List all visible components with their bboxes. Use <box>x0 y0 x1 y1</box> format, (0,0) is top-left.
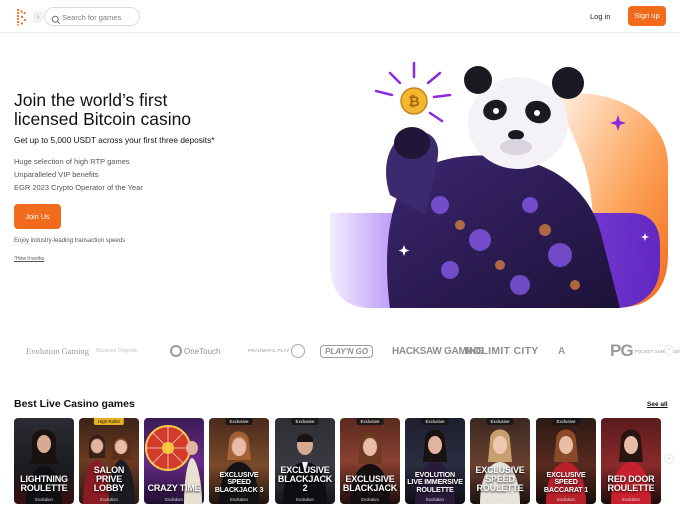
game-provider: Evolution <box>35 497 53 502</box>
game-card[interactable]: CRAZY TIME Evolution <box>144 418 204 504</box>
game-card[interactable]: High Roller SALON PRIVE LOBBY Evolution <box>79 418 139 504</box>
search-input[interactable] <box>62 10 138 24</box>
provider-strip: Evolution Gaming Bitcasino Originals One… <box>0 336 680 366</box>
game-card[interactable]: Exclusive EVOLUTION LIVE IMMERSIVE ROULE… <box>405 418 465 504</box>
speed-note: Enjoy industry-leading transaction speed… <box>14 238 126 244</box>
chevron-right-icon[interactable]: › <box>33 11 43 23</box>
feature-item: EGR 2023 Crypto Operator of the Year <box>14 183 143 192</box>
game-title: EXCLUSIVE SPEED ROULETTE <box>475 465 525 493</box>
game-card[interactable]: Exclusive EXCLUSIVE SPEED BACCARAT 1 Evo… <box>536 418 596 504</box>
game-tag: High Roller <box>93 418 125 425</box>
game-card[interactable]: RED DOOR ROULETTE Evolution <box>601 418 661 504</box>
game-provider: Evolution <box>426 497 444 502</box>
game-provider: Evolution <box>557 497 575 502</box>
game-tag: Exclusive <box>486 418 514 425</box>
game-title: RED DOOR ROULETTE <box>607 474 655 493</box>
search-box[interactable] <box>44 7 140 26</box>
game-tag: Exclusive <box>291 418 319 425</box>
feature-list: Huge selection of high RTP games Unparal… <box>14 156 143 195</box>
provider-logo-evolution[interactable]: Evolution Gaming <box>26 336 89 366</box>
providers-next-arrow-icon[interactable]: › <box>664 345 674 355</box>
provider-logo-pragmatic-play[interactable]: PRAGMATIC PLAY <box>248 336 306 366</box>
game-title: EXCLUSIVE BLACKJACK <box>342 474 398 493</box>
game-provider: Evolution <box>100 497 118 502</box>
game-tag: Exclusive <box>552 418 580 425</box>
game-card[interactable]: Exclusive EXCLUSIVE SPEED BLACKJACK 3 Ev… <box>209 418 269 504</box>
how-it-works-link[interactable]: *How it works <box>14 256 44 262</box>
live-casino-carousel: LIGHTNING ROULETTE Evolution High Roller… <box>14 418 674 511</box>
top-header: › Log in Sign up <box>0 0 680 33</box>
provider-logo-pgsoft[interactable]: PG POCKET GAMES SOFT <box>610 336 680 366</box>
game-provider: Evolution <box>230 497 248 502</box>
game-tag: Exclusive <box>225 418 253 425</box>
game-provider: Evolution <box>361 497 379 502</box>
game-title: EXCLUSIVE SPEED BLACKJACK 3 <box>214 469 264 494</box>
game-title: EXCLUSIVE BLACKJACK 2 <box>277 465 333 493</box>
carousel-next-arrow-icon[interactable]: › <box>664 454 674 464</box>
bitcasino-logo-icon[interactable] <box>14 8 30 27</box>
game-tag: Exclusive <box>421 418 449 425</box>
feature-item: Huge selection of high RTP games <box>14 157 130 166</box>
game-tag: Exclusive <box>356 418 384 425</box>
provider-logo-a[interactable]: A <box>558 336 565 366</box>
game-title: SALON PRIVE LOBBY <box>93 465 125 493</box>
game-card[interactable]: Exclusive EXCLUSIVE BLACKJACK Evolution <box>340 418 400 504</box>
provider-logo-nolimit[interactable]: NOLIMIT CITY <box>465 336 538 366</box>
see-all-link[interactable]: See all <box>647 401 668 408</box>
login-link[interactable]: Log in <box>590 12 610 21</box>
game-title: EXCLUSIVE SPEED BACCARAT 1 <box>543 469 589 494</box>
pragmatic-play-icon <box>291 344 306 358</box>
game-card[interactable]: Exclusive EXCLUSIVE BLACKJACK 2 Evolutio… <box>275 418 335 504</box>
game-card[interactable]: Exclusive EXCLUSIVE SPEED ROULETTE Evolu… <box>470 418 530 504</box>
provider-logo-onetouch[interactable]: OneTouch <box>170 336 220 366</box>
hero-subtitle: Get up to 5,000 USDT across your first t… <box>14 135 215 145</box>
game-title: EVOLUTION LIVE IMMERSIVE ROULETTE <box>407 469 463 494</box>
game-provider: Evolution <box>622 497 640 502</box>
hero-panda-illustration: ₿ <box>330 55 668 310</box>
onetouch-icon <box>170 345 182 357</box>
signup-button[interactable]: Sign up <box>628 6 666 26</box>
game-provider: Evolution <box>491 497 509 502</box>
join-us-button[interactable]: Join Us <box>14 204 61 229</box>
provider-logo-hacksaw[interactable]: HACKSAW GAMING <box>392 336 484 366</box>
feature-item: Unparalleled VIP benefits <box>14 170 99 179</box>
game-provider: Evolution <box>165 497 183 502</box>
search-icon <box>51 12 61 25</box>
provider-logo-playngo[interactable]: PLAY'N GO <box>320 336 374 366</box>
game-title: CRAZY TIME <box>147 483 201 493</box>
game-provider: Evolution <box>296 497 314 502</box>
hero-title: Join the world’s first licensed Bitcoin … <box>14 90 192 129</box>
game-title: LIGHTNING ROULETTE <box>20 474 68 493</box>
provider-logo-bitcasino-originals[interactable]: Bitcasino Originals <box>96 336 137 366</box>
bitcoin-coin-icon: ₿ <box>408 93 419 109</box>
game-card[interactable]: LIGHTNING ROULETTE Evolution <box>14 418 74 504</box>
section-title-live-casino: Best Live Casino games <box>14 398 135 410</box>
